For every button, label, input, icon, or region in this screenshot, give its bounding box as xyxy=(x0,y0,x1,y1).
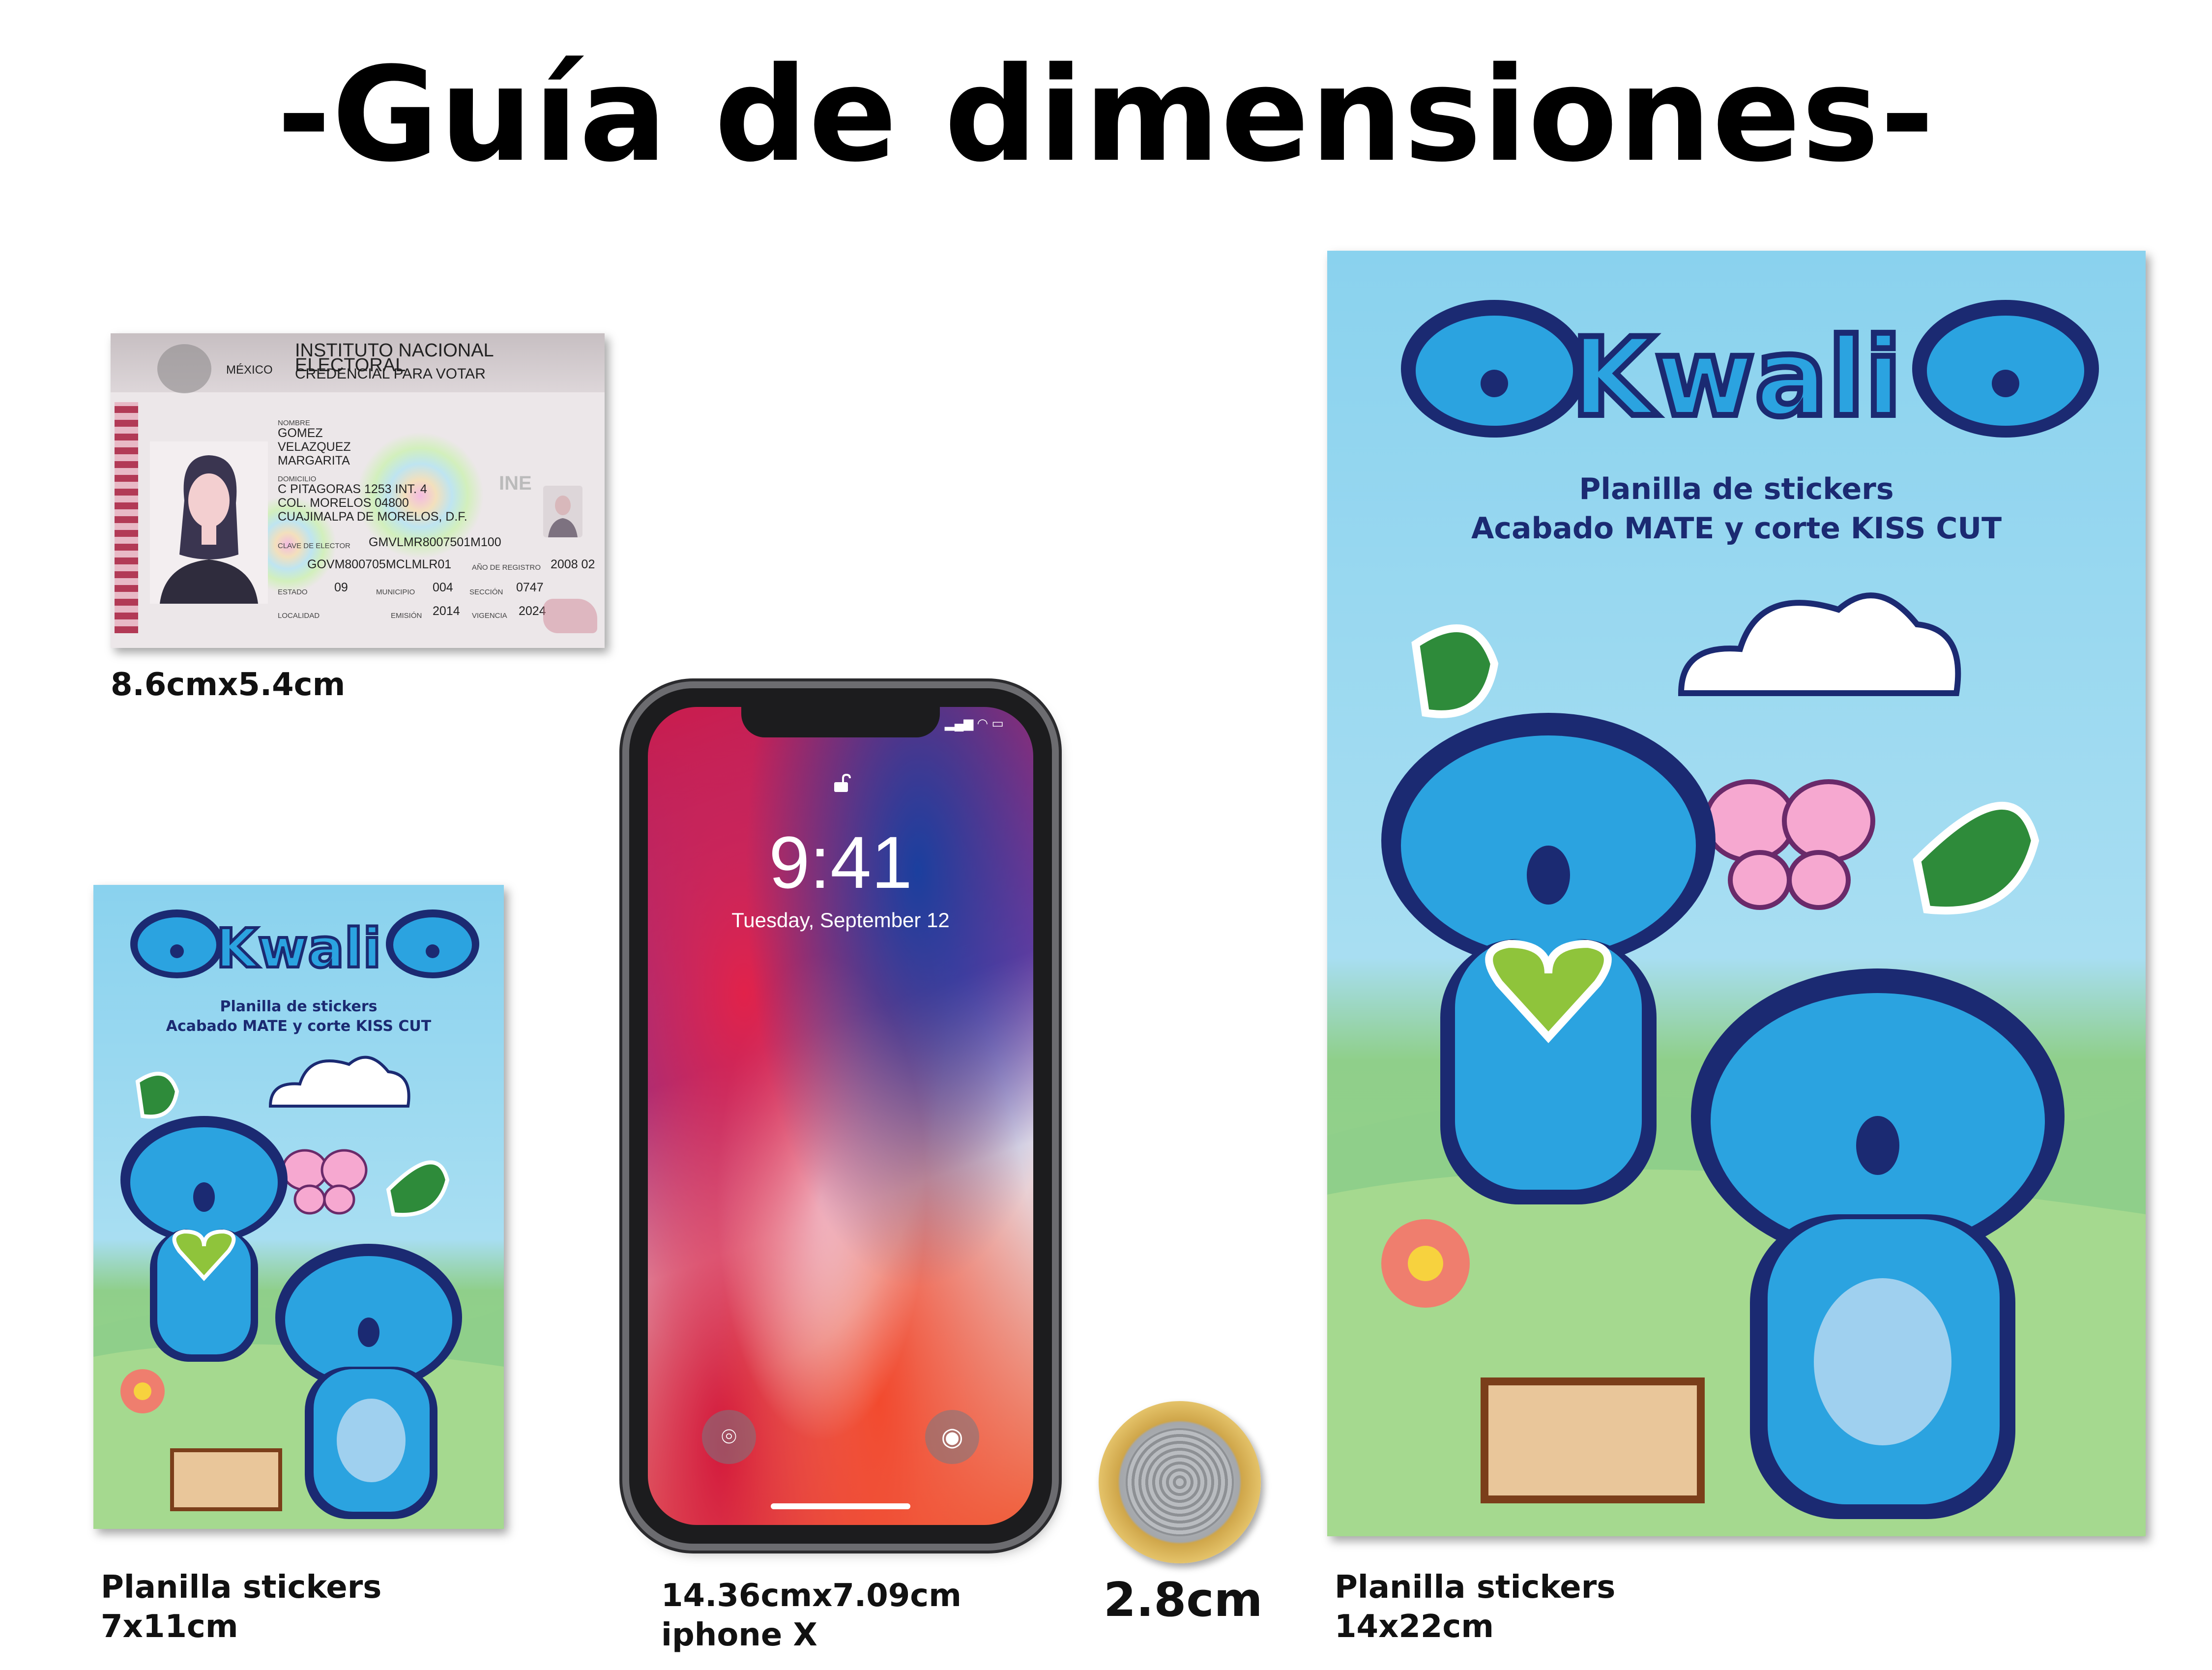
coat-of-arms-icon xyxy=(157,344,211,393)
flower-icon xyxy=(1381,1219,1470,1308)
cloud-icon xyxy=(1678,592,1961,696)
id-vigencia-label: VIGENCIA xyxy=(472,612,507,620)
sheet-line-1: Planilla de stickers xyxy=(220,998,378,1015)
id-card-caption: 8.6cmx5.4cm xyxy=(111,667,346,703)
id-estado: 09 xyxy=(334,581,348,594)
butterfly-icon xyxy=(1703,779,1875,910)
sheet-brand: Kwali xyxy=(214,915,383,981)
id-registro-label: AÑO DE REGISTRO xyxy=(472,563,541,572)
sheet-line-2: Acabado MATE y corte KISS CUT xyxy=(166,1018,432,1035)
id-curp: GOVM800705MCLMLR01 xyxy=(307,557,452,571)
id-clave: GMVLMR8007501M100 xyxy=(369,535,501,549)
id-municipio-label: MUNICIPIO xyxy=(376,588,415,596)
id-name-line-1: GOMEZ xyxy=(278,426,323,440)
coin-caption: 2.8cm xyxy=(1104,1573,1263,1627)
id-emision: 2014 xyxy=(433,604,460,618)
basket-icon xyxy=(1481,1377,1705,1503)
leaf-icon xyxy=(1411,624,1499,718)
camera-icon[interactable]: ◉ xyxy=(925,1410,979,1464)
butterfly-icon xyxy=(281,1149,368,1215)
id-ghost-photo xyxy=(543,486,582,537)
id-name-line-3: MARGARITA xyxy=(278,454,350,468)
iphone-x-image: ▂▄▆ ◠ ▭ 9:41 Tuesday, September 12 ⌾ ◉ xyxy=(629,688,1052,1544)
mexico-map-icon xyxy=(543,599,597,633)
small-sticker-sheet: Kwali Planilla de stickers Acabado MATE … xyxy=(93,885,504,1529)
leaf-icon xyxy=(386,1160,450,1217)
small-sheet-caption-1: Planilla stickers xyxy=(101,1569,382,1606)
cloud-icon xyxy=(268,1055,410,1108)
phone-lock-screen: ▂▄▆ ◠ ▭ 9:41 Tuesday, September 12 ⌾ ◉ xyxy=(648,707,1033,1525)
id-localidad-label: LOCALIDAD xyxy=(278,612,320,620)
id-address-line-2: COL. MORELOS 04800 xyxy=(278,496,409,510)
phone-caption-1: 14.36cmx7.09cm xyxy=(661,1578,961,1614)
lock-screen-time: 9:41 xyxy=(769,821,912,904)
lock-screen-date: Tuesday, September 12 xyxy=(731,908,950,932)
flashlight-icon[interactable]: ⌾ xyxy=(702,1410,756,1464)
id-vigencia: 2024 xyxy=(519,604,546,618)
leaf-icon xyxy=(1913,801,2039,915)
sheet-line-1: Planilla de stickers xyxy=(1579,472,1894,506)
id-country: MÉXICO xyxy=(226,363,273,377)
page-title: -Guía de dimensiones- xyxy=(277,39,1935,191)
id-address-line-3: CUAJIMALPA DE MORELOS, D.F. xyxy=(278,510,467,524)
leaf-icon xyxy=(135,1072,179,1119)
ten-peso-coin-image xyxy=(1099,1401,1261,1563)
sheet-line-2: Acabado MATE y corte KISS CUT xyxy=(1471,511,2002,546)
greek-border-pattern xyxy=(115,402,138,633)
id-address-line-1: C PITAGORAS 1253 INT. 4 xyxy=(278,482,427,496)
phone-notch xyxy=(741,707,940,737)
id-seccion-label: SECCIÓN xyxy=(469,588,503,596)
ine-watermark: INE xyxy=(499,472,532,494)
coin-center xyxy=(1126,1428,1234,1536)
unlock-icon xyxy=(834,773,851,792)
id-name-line-2: VELAZQUEZ xyxy=(278,440,351,454)
id-registro: 2008 02 xyxy=(551,557,595,571)
large-sheet-caption-2: 14x22cm xyxy=(1335,1609,1494,1645)
id-clave-label: CLAVE DE ELECTOR xyxy=(278,542,350,550)
sheet-brand: Kwali xyxy=(1568,312,1905,443)
id-photo xyxy=(150,441,268,604)
small-sheet-caption-2: 7x11cm xyxy=(101,1609,238,1645)
basket-icon xyxy=(170,1448,282,1511)
status-bar-icons: ▂▄▆ ◠ ▭ xyxy=(944,716,1004,731)
id-card-image: MÉXICO INSTITUTO NACIONAL ELECTORAL CRED… xyxy=(111,333,605,648)
phone-caption-2: iphone X xyxy=(661,1617,817,1653)
id-seccion: 0747 xyxy=(516,581,544,594)
id-emision-label: EMISIÓN xyxy=(391,612,422,620)
large-sticker-sheet: Kwali Planilla de stickers Acabado MATE … xyxy=(1327,251,2146,1536)
large-sheet-caption-1: Planilla stickers xyxy=(1335,1569,1616,1606)
home-indicator[interactable] xyxy=(771,1503,910,1509)
id-document-type: CREDENCIAL PARA VOTAR xyxy=(295,366,486,382)
flower-icon xyxy=(120,1369,165,1413)
id-municipio: 004 xyxy=(433,581,453,594)
id-estado-label: ESTADO xyxy=(278,588,308,596)
